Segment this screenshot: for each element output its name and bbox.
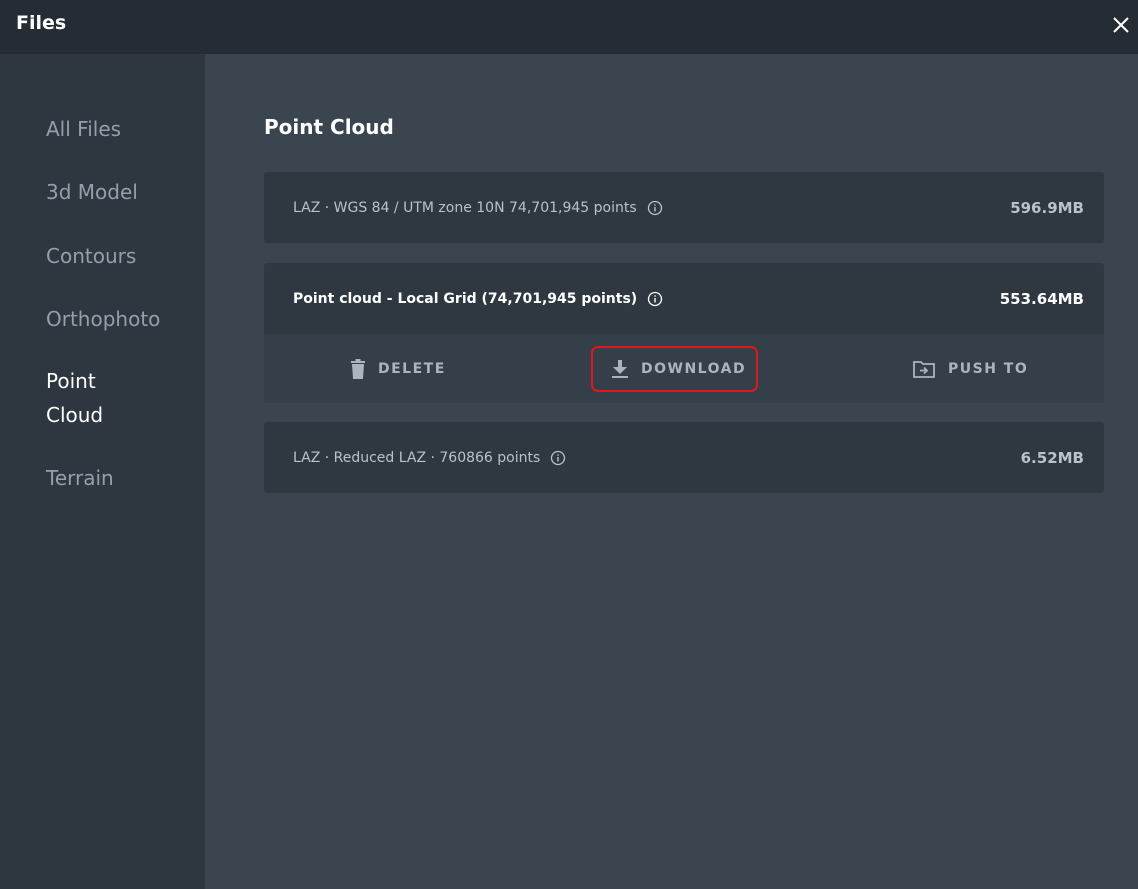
file-name: LAZ · Reduced LAZ · 760866 points [293,449,541,466]
title-bar: Files [0,0,1138,54]
file-card: LAZ · Reduced LAZ · 760866 points 6.52MB [264,422,1104,493]
download-button[interactable]: DOWNLOAD [591,345,759,392]
download-icon [612,359,628,378]
file-row[interactable]: LAZ · Reduced LAZ · 760866 points 6.52MB [264,422,1104,493]
file-name-wrap: LAZ · Reduced LAZ · 760866 points [293,450,566,466]
info-icon[interactable] [550,450,566,466]
trash-icon [351,358,365,379]
file-row-selected[interactable]: Point cloud - Local Grid (74,701,945 poi… [264,263,1104,334]
file-size: 553.64MB [999,289,1084,308]
info-icon[interactable] [647,291,663,307]
delete-button[interactable]: DELETE [350,358,446,379]
folder-push-icon [913,360,935,378]
file-name-wrap: Point cloud - Local Grid (74,701,945 poi… [293,291,663,307]
page-title: Point Cloud [264,115,394,139]
sidebar-item-point-cloud[interactable]: Point Cloud [46,364,126,432]
file-card-selected: Point cloud - Local Grid (74,701,945 poi… [264,263,1104,403]
sidebar-item-orthophoto[interactable]: Orthophoto [46,302,196,336]
sidebar: All Files 3d Model Contours Orthophoto P… [0,54,205,889]
file-card: LAZ · WGS 84 / UTM zone 10N 74,701,945 p… [264,172,1104,243]
sidebar-item-all-files[interactable]: All Files [46,112,196,146]
sidebar-item-contours[interactable]: Contours [46,239,196,273]
file-actions: DELETE DOWNLOAD PUSH TO [264,334,1104,403]
info-icon[interactable] [647,200,663,216]
file-name-wrap: LAZ · WGS 84 / UTM zone 10N 74,701,945 p… [293,200,663,216]
sidebar-item-3d-model[interactable]: 3d Model [46,175,196,209]
close-button[interactable] [1104,10,1138,40]
file-name: LAZ · WGS 84 / UTM zone 10N 74,701,945 p… [293,199,637,216]
download-label: DOWNLOAD [641,360,747,377]
sidebar-item-terrain[interactable]: Terrain [46,461,196,495]
close-icon [1113,17,1129,33]
push-to-label: PUSH TO [948,360,1029,377]
push-to-button[interactable]: PUSH TO [912,359,1028,379]
file-name: Point cloud - Local Grid (74,701,945 poi… [293,290,638,307]
file-size: 596.9MB [1010,198,1084,217]
main-content: Point Cloud LAZ · WGS 84 / UTM zone 10N … [205,54,1138,889]
file-row[interactable]: LAZ · WGS 84 / UTM zone 10N 74,701,945 p… [264,172,1104,243]
window-title: Files [16,12,67,34]
delete-label: DELETE [378,360,446,377]
file-size: 6.52MB [1020,448,1084,467]
